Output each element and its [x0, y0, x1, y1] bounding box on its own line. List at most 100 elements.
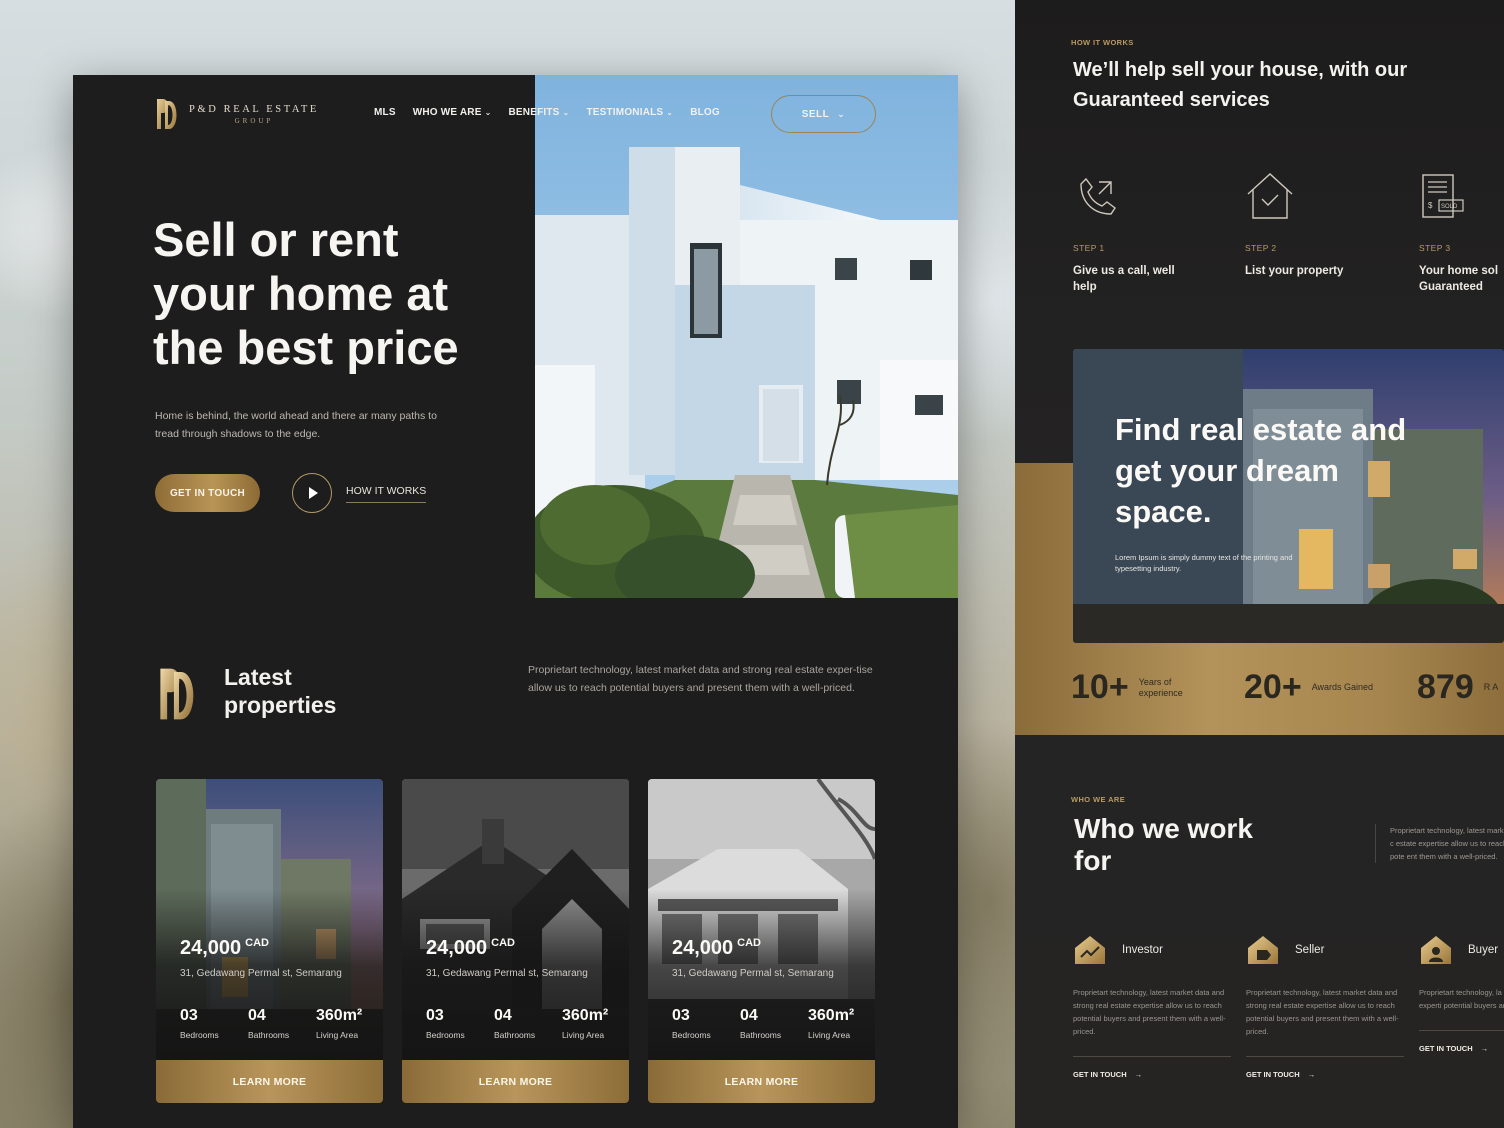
area-value: 360m² — [808, 1007, 855, 1024]
feature-title: Find real estate and get your dream spac… — [1115, 412, 1407, 529]
counter-value: 20+ — [1244, 668, 1302, 706]
buyer-house-icon — [1421, 936, 1451, 964]
counter-awards: 20+ Awards Gained — [1244, 668, 1382, 707]
get-in-touch-link[interactable]: GET IN TOUCH → — [1246, 1070, 1406, 1079]
area-label: Living Area — [562, 1030, 605, 1040]
latest-properties-description: Proprietart technology, latest market da… — [528, 664, 873, 694]
arrow-right-icon: → — [1307, 1070, 1316, 1079]
pd-monogram-icon — [157, 99, 177, 129]
arrow-right-icon: → — [1134, 1070, 1143, 1079]
svg-text:$: $ — [1428, 201, 1433, 210]
role-name: Seller — [1295, 944, 1325, 956]
pd-monogram-icon — [160, 668, 194, 720]
area-label: Living Area — [808, 1030, 851, 1040]
brand-logo[interactable]: P&D REAL ESTATE GROUP — [155, 97, 319, 131]
step-label: STEP 3 — [1419, 243, 1451, 253]
step-text: Your home sol Guaranteed — [1419, 265, 1499, 293]
property-price: 24,000 CAD — [672, 937, 762, 959]
step-2: STEP 2 List your property — [1245, 172, 1365, 279]
property-cards: 24,000 CAD 31, Gedawang Permal st, Semara… — [156, 779, 875, 1103]
counter-caption: Years of experience — [1138, 676, 1183, 698]
chevron-down-icon: ⌄ — [837, 108, 846, 119]
bathrooms-value: 04 — [740, 1007, 758, 1024]
counter-value: 10+ — [1071, 668, 1129, 706]
step-label: STEP 1 — [1073, 243, 1105, 253]
property-card[interactable]: 24,000 CAD 31, Gedawang Permal st, Semara… — [156, 779, 383, 1103]
counter-third: 879 R A — [1417, 668, 1504, 707]
role-description: Proprietart technology, latest market da… — [1246, 988, 1399, 1036]
role-name: Investor — [1122, 944, 1163, 956]
nav-item-blog[interactable]: BLOG — [690, 107, 720, 118]
play-video-button[interactable] — [292, 473, 332, 513]
property-card[interactable]: 24,000 CAD 31, Gedawang Permal st, Semara… — [648, 779, 875, 1103]
bathrooms-label: Bathrooms — [248, 1030, 290, 1040]
feature-description: Lorem Ipsum is simply dummy text of the … — [1115, 553, 1293, 573]
step-label: STEP 2 — [1245, 243, 1277, 253]
brand-name: P&D REAL ESTATE — [189, 103, 319, 115]
counter-value: 879 — [1417, 668, 1474, 706]
main-nav: MLS WHO WE ARE ⌄ BENEFITS ⌄ TESTIMONIALS ⌄ … — [374, 107, 720, 118]
landing-page-panel: P&D REAL ESTATE GROUP MLS WHO WE ARE ⌄ BE… — [73, 75, 958, 1128]
property-address: 31, Gedawang Permal st, Semarang — [426, 968, 588, 979]
learn-more-button[interactable]: LEARN MORE — [648, 1060, 875, 1103]
bedrooms-value: 03 — [672, 1007, 690, 1024]
bedrooms-label: Bedrooms — [180, 1030, 219, 1040]
nav-item-mls[interactable]: MLS — [374, 107, 396, 118]
bathrooms-value: 04 — [494, 1007, 512, 1024]
brand-subname: GROUP — [234, 116, 274, 125]
bathrooms-value: 04 — [248, 1007, 266, 1024]
play-icon — [309, 487, 318, 499]
how-it-works-title: We’ll help sell your house, with our Gua… — [1073, 59, 1408, 111]
who-we-are-title: Who we work for — [1074, 813, 1253, 876]
chevron-down-icon: ⌄ — [484, 108, 492, 117]
nav-item-testimonials[interactable]: TESTIMONIALS ⌄ — [586, 107, 673, 118]
sell-dropdown-button[interactable]: SELL ⌄ — [771, 95, 876, 133]
role-buyer: Buyer Proprietart technology, la strong … — [1419, 934, 1504, 1053]
learn-more-button[interactable]: LEARN MORE — [402, 1060, 629, 1103]
nav-item-benefits[interactable]: BENEFITS ⌄ — [508, 107, 569, 118]
counter-caption: Awards Gained — [1311, 682, 1374, 692]
counter-caption: R A — [1483, 682, 1499, 692]
sold-document-icon: $ SOLD — [1422, 174, 1464, 218]
step-text: List your property — [1245, 265, 1344, 277]
role-name: Buyer — [1468, 944, 1499, 956]
hero-house-photo — [535, 75, 958, 598]
who-we-are-eyebrow: WHO WE ARE — [1071, 795, 1126, 804]
hero-description: Home is behind, the world ahead and ther… — [155, 410, 437, 440]
get-in-touch-link[interactable]: GET IN TOUCH → — [1419, 1044, 1504, 1053]
property-address: 31, Gedawang Permal st, Semarang — [180, 968, 342, 979]
property-stats: 03 Bedrooms 04 Bathrooms 360m² Living Area — [672, 1007, 875, 1040]
area-label: Living Area — [316, 1030, 359, 1040]
property-card[interactable]: 24,000 CAD 31, Gedawang Permal st, Semara… — [402, 779, 629, 1103]
latest-properties-title: Latest properties — [224, 664, 337, 718]
chevron-down-icon: ⌄ — [666, 108, 674, 117]
chevron-down-icon: ⌄ — [562, 108, 570, 117]
step-text: Give us a call, well help — [1073, 265, 1175, 293]
hero-title: Sell or rent your home at the best price — [153, 213, 459, 374]
property-address: 31, Gedawang Permal st, Semarang — [672, 968, 834, 979]
how-it-works-eyebrow: HOW IT WORKS — [1071, 38, 1134, 47]
counter-experience: 10+ Years of experience — [1071, 668, 1209, 707]
bathrooms-label: Bathrooms — [740, 1030, 782, 1040]
bedrooms-label: Bedrooms — [672, 1030, 711, 1040]
property-price: 24,000 CAD — [180, 937, 270, 959]
get-in-touch-button[interactable]: GET IN TOUCH — [155, 474, 260, 512]
how-it-works-link[interactable]: HOW IT WORKS — [346, 485, 427, 503]
property-stats: 03 Bedrooms 04 Bathrooms 360m² Living Area — [180, 1007, 383, 1040]
role-description: Proprietart technology, la strong real e… — [1419, 988, 1504, 1010]
property-stats: 03 Bedrooms 04 Bathrooms 360m² Living Area — [426, 1007, 629, 1040]
property-price: 24,000 CAD — [426, 937, 516, 959]
secondary-page-panel: HOW IT WORKS We’ll help sell your house,… — [1015, 0, 1504, 1128]
bedrooms-value: 03 — [180, 1007, 198, 1024]
get-in-touch-link[interactable]: GET IN TOUCH → — [1073, 1070, 1233, 1079]
bathrooms-label: Bathrooms — [494, 1030, 536, 1040]
learn-more-button[interactable]: LEARN MORE — [156, 1060, 383, 1103]
step-3: $ SOLD STEP 3 Your home sol Guaranteed — [1419, 172, 1504, 295]
bedrooms-label: Bedrooms — [426, 1030, 465, 1040]
bedrooms-value: 03 — [426, 1007, 444, 1024]
who-we-are-description: Proprietart technology, latest market c … — [1375, 824, 1504, 863]
role-investor: Investor Proprietart technology, latest … — [1073, 934, 1233, 1079]
nav-item-who-we-are[interactable]: WHO WE ARE ⌄ — [413, 107, 492, 118]
role-seller: Seller Proprietart technology, latest ma… — [1246, 934, 1406, 1079]
investor-house-icon — [1075, 936, 1105, 964]
